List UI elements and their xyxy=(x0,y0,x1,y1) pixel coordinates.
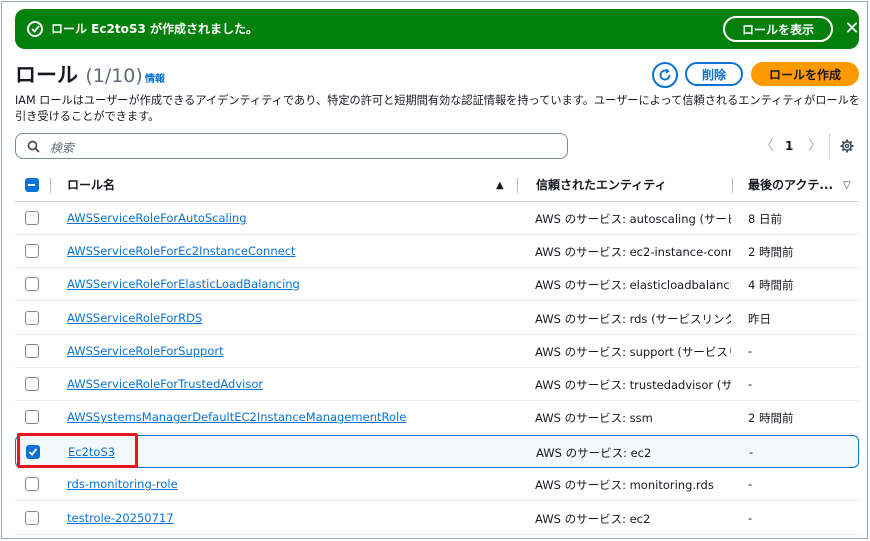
trusted-entity-cell: AWS のサービス: monitoring.rds xyxy=(535,478,714,492)
row-checkbox[interactable] xyxy=(25,377,39,391)
page-title-text: ロール xyxy=(15,63,78,87)
check-circle-icon xyxy=(27,21,43,37)
role-name-link[interactable]: AWSServiceRoleForSupport xyxy=(67,344,224,358)
role-name-link[interactable]: AWSServiceRoleForTrustedAdvisor xyxy=(67,377,263,391)
table-row[interactable]: AWSServiceRoleForSupport AWS のサービス: suppo… xyxy=(15,335,859,368)
last-activity-cell: 2 時間前 xyxy=(748,245,794,259)
table-row[interactable]: AWSServiceRoleForAutoScaling AWS のサービス: a… xyxy=(15,202,859,235)
trusted-entity-cell: AWS のサービス: elasticloadbalancing xyxy=(535,278,731,292)
table-row[interactable]: Ec2toS3 AWS のサービス: ec2- xyxy=(15,435,859,468)
flash-message: ロール Ec2toS3 が作成されました。 xyxy=(51,22,258,36)
search-input[interactable]: 検索 xyxy=(15,133,568,159)
trusted-entity-cell: AWS のサービス: support (サービスリンクロール) xyxy=(535,345,731,359)
page-title: ロール (1/10) xyxy=(15,62,143,89)
row-checkbox[interactable] xyxy=(25,311,39,325)
row-checkbox[interactable] xyxy=(25,211,39,225)
last-activity-cell: 昨日 xyxy=(748,312,771,326)
row-checkbox[interactable] xyxy=(25,477,39,491)
last-activity-cell: 4 時間前 xyxy=(748,278,794,292)
info-link[interactable]: 情報 xyxy=(145,70,165,85)
success-flashbar: ロール Ec2toS3 が作成されました。 ロールを表示 ✕ xyxy=(15,9,861,49)
row-checkbox[interactable] xyxy=(25,410,39,424)
column-header-role-name[interactable]: ロール名 xyxy=(67,172,115,198)
trusted-entity-cell: AWS のサービス: ec2 xyxy=(536,446,652,460)
table-row[interactable]: AWSServiceRoleForEc2InstanceConnect AWS の… xyxy=(15,235,859,268)
table-row[interactable]: AWSServiceRoleForRDS AWS のサービス: rds (サービス… xyxy=(15,302,859,335)
last-activity-cell: - xyxy=(749,445,754,459)
table-row[interactable]: AWSServiceRoleForTrustedAdvisor AWS のサービス… xyxy=(15,368,859,401)
table-row[interactable]: testrole-20250717 AWS のサービス: ec2 - xyxy=(15,502,859,535)
refresh-icon xyxy=(659,68,671,81)
trusted-entity-cell: AWS のサービス: rds (サービスリンクロール) xyxy=(535,312,731,326)
delete-button[interactable]: 削除 xyxy=(685,62,743,86)
prev-page-icon[interactable]: 〈 xyxy=(760,138,774,154)
pagination-divider xyxy=(829,133,830,159)
role-name-link[interactable]: AWSServiceRoleForAutoScaling xyxy=(67,211,247,225)
close-icon[interactable]: ✕ xyxy=(843,19,861,39)
last-activity-cell: 2 時間前 xyxy=(748,411,794,425)
last-activity-cell: - xyxy=(748,477,753,491)
gear-icon[interactable] xyxy=(840,139,854,153)
table-row[interactable]: AWSSystemsManagerDefaultEC2InstanceManag… xyxy=(15,401,859,434)
last-activity-cell: 8 日前 xyxy=(748,212,782,226)
view-role-button[interactable]: ロールを表示 xyxy=(723,16,833,42)
row-checkbox[interactable] xyxy=(25,344,39,358)
create-role-button[interactable]: ロールを作成 xyxy=(751,62,859,86)
refresh-button[interactable] xyxy=(652,62,678,88)
next-page-icon[interactable]: 〉 xyxy=(808,138,822,154)
role-name-link[interactable]: AWSServiceRoleForEc2InstanceConnect xyxy=(67,244,296,258)
table-row[interactable]: rds-monitoring-role AWS のサービス: monitoring… xyxy=(15,468,859,501)
last-activity-cell: - xyxy=(748,511,753,525)
trusted-entity-cell: AWS のサービス: autoscaling (サービスリンクロール) xyxy=(535,212,731,226)
trusted-entity-cell: AWS のサービス: ec2-instance-connect xyxy=(535,245,731,259)
table-row[interactable]: AWSServiceRoleForElasticLoadBalancing AWS… xyxy=(15,268,859,301)
sort-ascending-icon[interactable]: ▲ xyxy=(496,180,504,191)
role-name-link[interactable]: testrole-20250717 xyxy=(67,511,174,525)
search-icon xyxy=(27,140,40,153)
column-header-trusted-entity[interactable]: 信頼されたエンティティ xyxy=(536,172,667,198)
annotation-highlight-box xyxy=(17,433,138,468)
column-divider xyxy=(50,178,51,193)
select-all-checkbox[interactable] xyxy=(25,178,39,192)
last-activity-cell: - xyxy=(748,377,753,391)
last-activity-cell: - xyxy=(748,344,753,358)
sort-descending-icon[interactable]: ▽ xyxy=(843,180,851,191)
row-checkbox[interactable] xyxy=(25,244,39,258)
trusted-entity-cell: AWS のサービス: trustedadvisor (サービスリンクロール) xyxy=(535,378,731,392)
role-name-link[interactable]: AWSServiceRoleForElasticLoadBalancing xyxy=(67,277,300,291)
role-name-link[interactable]: AWSSystemsManagerDefaultEC2InstanceManag… xyxy=(67,410,406,424)
column-divider xyxy=(517,178,518,193)
role-name-link[interactable]: AWSServiceRoleForRDS xyxy=(67,311,202,325)
row-checkbox[interactable] xyxy=(25,277,39,291)
row-checkbox[interactable] xyxy=(25,511,39,525)
page-number[interactable]: 1 xyxy=(785,138,793,154)
page-description: IAM ロールはユーザーが作成できるアイデンティティであり、特定の許可と短期間有… xyxy=(15,94,860,123)
trusted-entity-cell: AWS のサービス: ssm xyxy=(535,411,653,425)
role-name-link[interactable]: rds-monitoring-role xyxy=(67,477,178,491)
search-placeholder: 検索 xyxy=(50,141,75,155)
trusted-entity-cell: AWS のサービス: ec2 xyxy=(535,512,651,526)
column-header-last-activity[interactable]: 最後のアクテ... xyxy=(748,172,833,198)
column-divider xyxy=(732,178,733,193)
selection-count: (1/10) xyxy=(85,65,143,87)
